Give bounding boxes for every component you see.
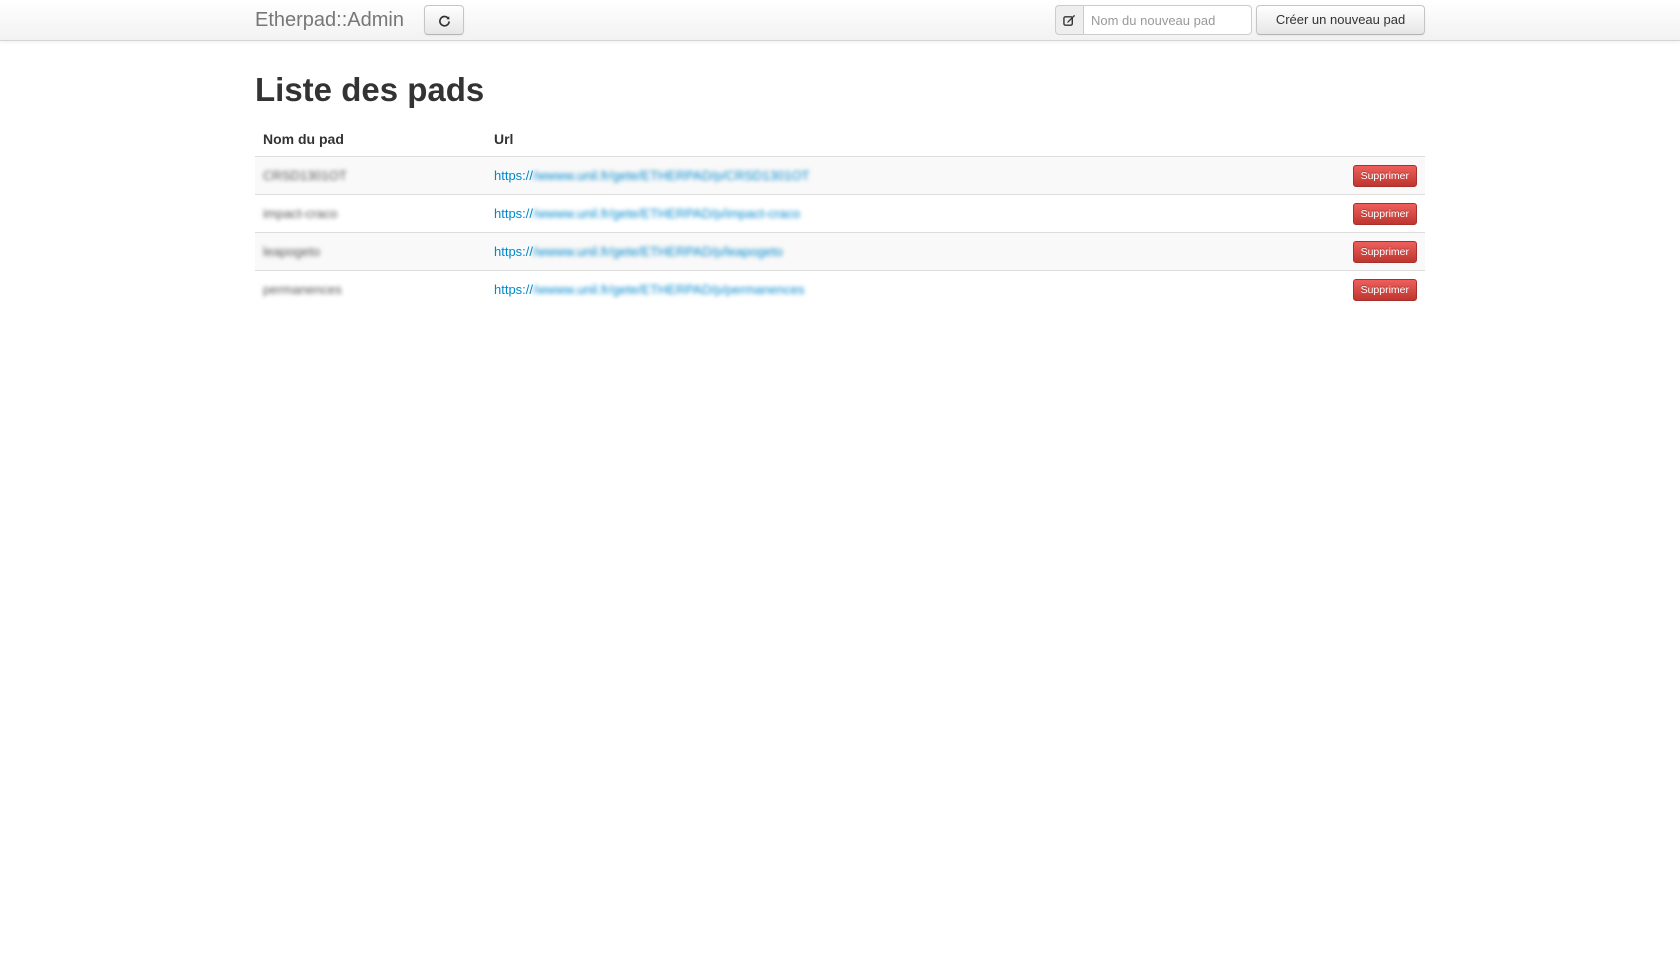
- url-prefix: https://: [494, 244, 534, 259]
- pad-name: CRSD1301OT: [263, 168, 347, 183]
- top-navbar: Etherpad::Admin Créer un nouveau pad: [0, 0, 1680, 41]
- column-header-actions: [1241, 122, 1425, 157]
- url-prefix: https://: [494, 282, 534, 298]
- pad-action-cell: Supprimer: [1241, 194, 1425, 233]
- pad-name-cell: leapogeto: [255, 232, 486, 271]
- url-path: /wwww.unil.fr/gete/ETHERPAD/p/impact-cra…: [533, 206, 801, 221]
- page-title: Liste des pads: [255, 71, 485, 108]
- url-prefix: https://: [494, 206, 534, 221]
- table-row: CRSD1301OT https:///wwww.unil.fr/gete/ET…: [255, 156, 1425, 195]
- table-header-row: Nom du pad Url: [255, 122, 1425, 157]
- pad-url-link[interactable]: https:///wwww.unil.fr/gete/ETHERPAD/p/le…: [494, 244, 783, 259]
- url-path: /wwww.unil.fr/gete/ETHERPAD/p/CRSD1301OT: [533, 168, 810, 183]
- column-header-url: Url: [486, 122, 1242, 157]
- edit-icon: [1063, 14, 1076, 26]
- column-header-name: Nom du pad: [255, 122, 486, 157]
- pad-name-cell: impact-craco: [255, 194, 486, 233]
- refresh-icon: [439, 15, 450, 27]
- pad-name: leapogeto: [263, 244, 321, 259]
- pad-table: Nom du pad Url CRSD1301OT https:///wwww.…: [255, 122, 1425, 309]
- brand-title[interactable]: Etherpad::Admin: [255, 8, 404, 32]
- table-row: permanences https:///wwww.unil.fr/gete/E…: [255, 270, 1425, 309]
- pad-url-link[interactable]: https:///wwww.unil.fr/gete/ETHERPAD/p/pe…: [494, 282, 804, 297]
- delete-pad-button[interactable]: Supprimer: [1352, 202, 1417, 225]
- pad-url-cell: https:///wwww.unil.fr/gete/ETHERPAD/p/le…: [486, 232, 1242, 271]
- table-row: leapogeto https:///wwww.unil.fr/gete/ETH…: [255, 232, 1425, 271]
- delete-pad-button[interactable]: Supprimer: [1352, 278, 1417, 301]
- new-pad-addon: [1055, 5, 1083, 35]
- pad-action-cell: Supprimer: [1241, 270, 1425, 309]
- table-row: impact-craco https:///wwww.unil.fr/gete/…: [255, 194, 1425, 233]
- pad-url-cell: https:///wwww.unil.fr/gete/ETHERPAD/p/im…: [486, 194, 1242, 233]
- pad-url-link[interactable]: https:///wwww.unil.fr/gete/ETHERPAD/p/im…: [494, 206, 800, 221]
- pad-name: permanences: [263, 282, 342, 298]
- pad-name: impact-craco: [263, 206, 338, 221]
- pad-action-cell: Supprimer: [1241, 156, 1425, 195]
- url-prefix: https://: [494, 168, 534, 183]
- new-pad-input[interactable]: [1083, 5, 1252, 35]
- delete-pad-button[interactable]: Supprimer: [1352, 240, 1417, 263]
- pad-url-cell: https:///wwww.unil.fr/gete/ETHERPAD/p/pe…: [486, 270, 1242, 309]
- pad-url-cell: https:///wwww.unil.fr/gete/ETHERPAD/p/CR…: [486, 156, 1242, 195]
- create-pad-button[interactable]: Créer un nouveau pad: [1256, 5, 1425, 35]
- delete-pad-button[interactable]: Supprimer: [1352, 164, 1417, 187]
- url-path: /wwww.unil.fr/gete/ETHERPAD/p/permanence…: [533, 282, 805, 298]
- pad-url-link[interactable]: https:///wwww.unil.fr/gete/ETHERPAD/p/CR…: [494, 168, 810, 183]
- pad-action-cell: Supprimer: [1241, 232, 1425, 271]
- pad-name-cell: CRSD1301OT: [255, 156, 486, 195]
- refresh-button[interactable]: [424, 5, 464, 35]
- url-path: /wwww.unil.fr/gete/ETHERPAD/p/leapogeto: [533, 244, 783, 259]
- pad-name-cell: permanences: [255, 270, 486, 309]
